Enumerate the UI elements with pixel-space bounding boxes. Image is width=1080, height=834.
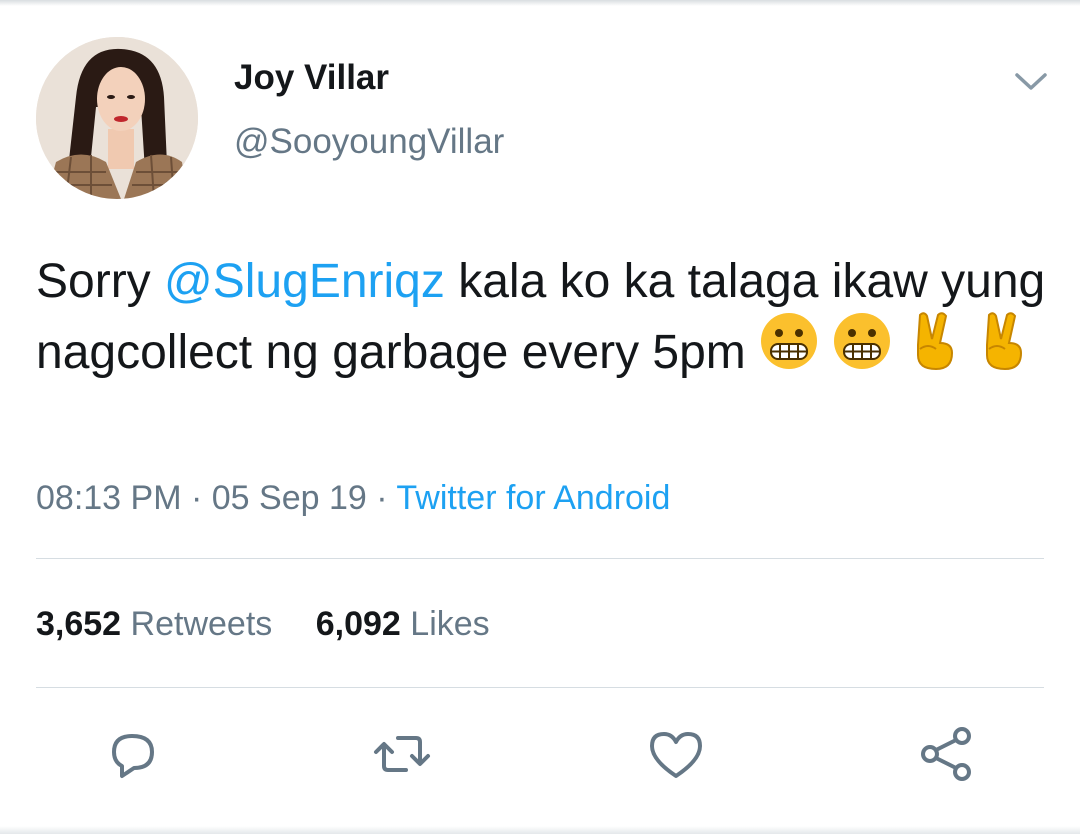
tweet-meta: 08:13 PM · 05 Sep 19 · Twitter for Andro… <box>36 476 670 520</box>
reply-icon[interactable] <box>100 722 164 786</box>
retweets-label: Retweets <box>130 605 273 643</box>
likes-count: 6,092 <box>315 605 401 643</box>
bottom-edge-shadow <box>0 826 1080 834</box>
divider <box>36 687 1044 688</box>
avatar[interactable] <box>36 37 198 199</box>
divider <box>36 558 1044 559</box>
victory-hand-icon <box>906 309 962 393</box>
tweet-text: Sorry @SlugEnriqz kala ko ka talaga ikaw… <box>36 246 1046 393</box>
author-display-name[interactable]: Joy Villar <box>234 56 389 100</box>
tweet-stats: 3,652 Retweets 6,092 Likes <box>36 602 524 646</box>
tweet-text-before-mention: Sorry <box>36 255 165 308</box>
meta-separator: · <box>366 479 397 517</box>
avatar-image <box>36 37 198 199</box>
grimacing-face-icon <box>759 311 819 391</box>
tweet-date: 05 Sep 19 <box>211 479 367 517</box>
tweet-source-link[interactable]: Twitter for Android <box>396 479 670 517</box>
author-handle[interactable]: @SooyoungVillar <box>234 120 504 164</box>
victory-hand-icon <box>975 309 1031 393</box>
mention-link[interactable]: @SlugEnriqz <box>164 255 445 308</box>
retweet-icon[interactable] <box>370 722 434 786</box>
likes-stat[interactable]: 6,092 Likes <box>316 602 490 646</box>
likes-label: Likes <box>410 605 490 643</box>
grimacing-face-icon <box>832 311 892 391</box>
tweet-time: 08:13 PM <box>36 479 182 517</box>
top-edge-shadow <box>0 0 1080 6</box>
retweets-count: 3,652 <box>36 605 122 643</box>
share-icon[interactable] <box>914 722 978 786</box>
retweets-stat[interactable]: 3,652 Retweets <box>36 602 272 646</box>
chevron-down-icon[interactable] <box>1012 66 1050 96</box>
like-icon[interactable] <box>644 722 708 786</box>
meta-separator: · <box>181 479 212 517</box>
